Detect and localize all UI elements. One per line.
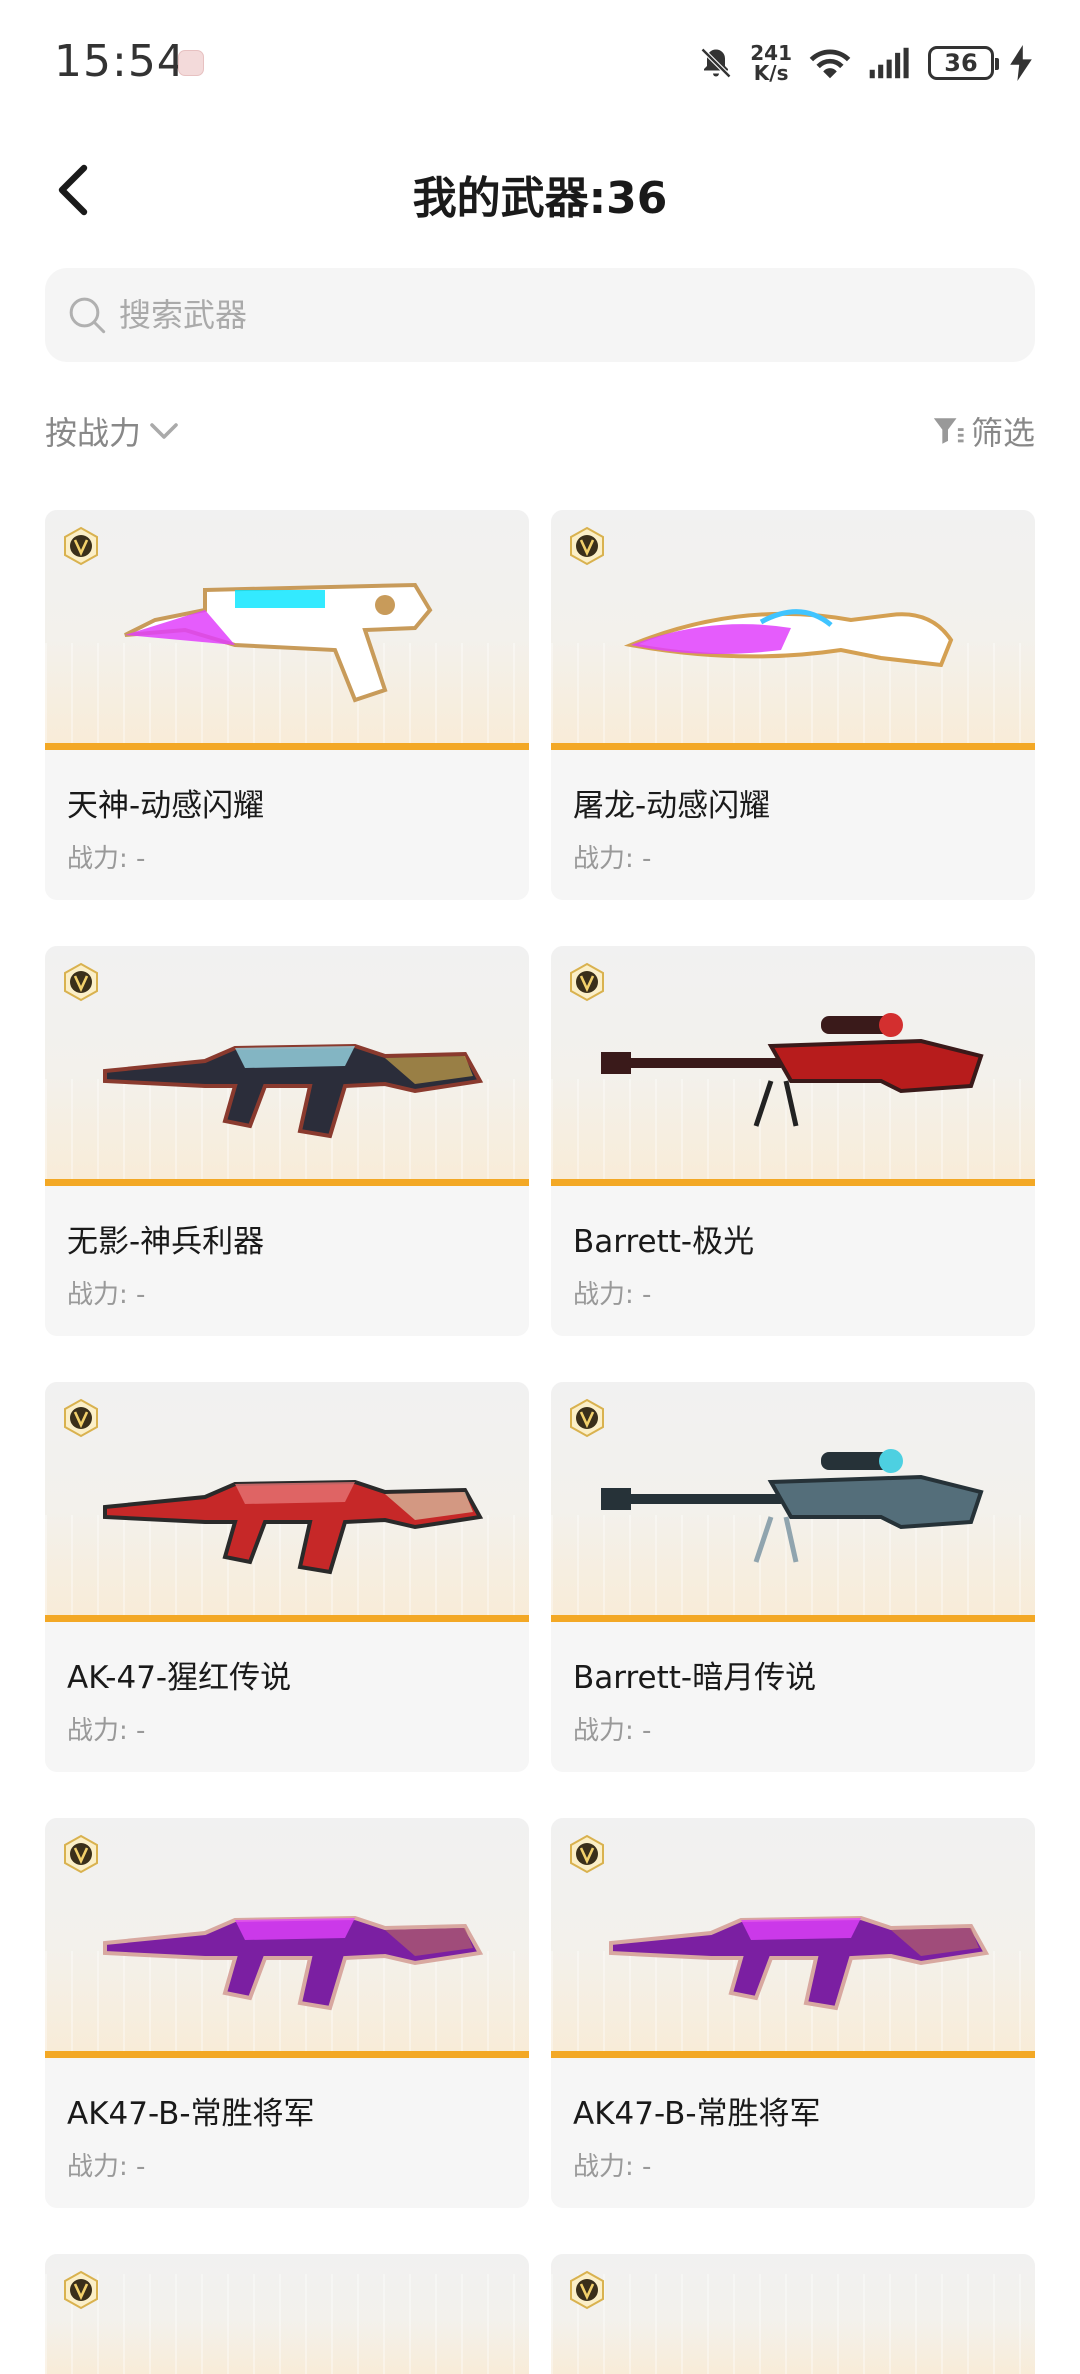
speed-value: 241 xyxy=(750,41,792,65)
weapon-image xyxy=(551,2254,1035,2374)
weapon-power: 战力: - xyxy=(67,2152,146,2182)
v-badge-icon xyxy=(64,1398,98,1438)
weapon-card-partial[interactable] xyxy=(45,2254,529,2374)
wifi-icon xyxy=(809,49,851,79)
page-title: 我的武器:36 xyxy=(412,173,668,224)
v-badge-icon xyxy=(64,526,98,566)
weapon-power: 战力: - xyxy=(67,1716,146,1746)
filter-label: 筛选 xyxy=(970,414,1035,452)
weapon-name: Barrett-暗月传说 xyxy=(573,1660,817,1696)
network-speed: 241 K/s xyxy=(750,43,792,83)
status-time: 15:54 xyxy=(54,36,186,87)
v-badge-icon xyxy=(64,2270,98,2310)
sort-filter-row: 按战力 筛选 xyxy=(45,404,1035,458)
header: 我的武器:36 xyxy=(0,140,1080,240)
weapon-card[interactable]: 天神-动感闪耀战力: - xyxy=(45,510,529,900)
speed-unit: K/s xyxy=(753,61,789,85)
weapon-power: 战力: - xyxy=(573,844,652,874)
sort-label: 按战力 xyxy=(45,414,142,452)
weapon-image xyxy=(551,946,1035,1186)
weapon-image xyxy=(45,2254,529,2374)
weapon-grid: 天神-动感闪耀 战力: - 屠龙-动感闪耀 战力: - 无影-神兵利器 战力: - Barr… xyxy=(45,510,1035,2374)
weapon-image xyxy=(45,1382,529,1622)
charging-icon xyxy=(1010,45,1032,81)
search-bar[interactable] xyxy=(45,268,1035,362)
weapon-name: 屠龙-动感闪耀 xyxy=(573,788,771,824)
weapon-image xyxy=(45,1818,529,2058)
weapon-card[interactable]: Barrett-暗月传说战力: - xyxy=(551,1382,1035,1772)
search-input[interactable] xyxy=(119,296,999,334)
weapon-card[interactable]: 无影-神兵利器战力: - xyxy=(45,946,529,1336)
v-badge-icon xyxy=(570,526,604,566)
chevron-down-icon xyxy=(150,423,178,439)
weapon-power: 战力: - xyxy=(67,1280,146,1310)
filter-icon xyxy=(933,418,964,444)
weapon-name: 天神-动感闪耀 xyxy=(67,788,265,824)
weapon-card[interactable]: AK-47-猩红传说战力: - xyxy=(45,1382,529,1772)
filter-button[interactable]: 筛选 xyxy=(931,404,1035,458)
weapon-name: 无影-神兵利器 xyxy=(67,1224,265,1260)
weapon-knife-illustration xyxy=(623,609,954,668)
v-badge-icon xyxy=(570,1398,604,1438)
weapon-rifle-illustration xyxy=(103,1915,484,2011)
weapon-image xyxy=(551,1382,1035,1622)
v-badge-icon xyxy=(570,962,604,1002)
weapon-image xyxy=(551,510,1035,750)
weapon-image xyxy=(45,510,529,750)
weapon-power: 战力: - xyxy=(67,844,146,874)
weapon-name: AK47-B-常胜将军 xyxy=(67,2096,315,2132)
app-notification-icon xyxy=(178,50,204,76)
weapon-card-partial[interactable] xyxy=(551,2254,1035,2374)
weapon-name: AK-47-猩红传说 xyxy=(67,1660,292,1696)
v-badge-icon xyxy=(64,962,98,1002)
sort-by-power-button[interactable]: 按战力 xyxy=(45,404,179,458)
weapon-rifle-illustration xyxy=(609,1915,990,2011)
weapon-power: 战力: - xyxy=(573,2152,652,2182)
weapon-rifle-illustration xyxy=(103,1479,484,1575)
weapon-card[interactable]: Barrett-极光战力: - xyxy=(551,946,1035,1336)
status-bar: 15:54 241 K/s 36 xyxy=(0,0,1080,120)
v-badge-icon xyxy=(64,1834,98,1874)
weapon-power: 战力: - xyxy=(573,1716,652,1746)
battery-level: 36 xyxy=(944,49,978,77)
weapon-power: 战力: - xyxy=(573,1280,652,1310)
weapon-image xyxy=(45,946,529,1186)
weapon-card[interactable]: AK47-B-常胜将军战力: - xyxy=(551,1818,1035,2208)
weapon-name: AK47-B-常胜将军 xyxy=(573,2096,821,2132)
weapon-card[interactable]: 屠龙-动感闪耀战力: - xyxy=(551,510,1035,900)
weapon-sniper-illustration xyxy=(601,1449,984,1563)
weapon-image xyxy=(551,1818,1035,2058)
v-badge-icon xyxy=(570,1834,604,1874)
weapon-name: Barrett-极光 xyxy=(573,1224,755,1260)
weapon-rifle-illustration xyxy=(103,1043,484,1139)
v-badge-icon xyxy=(570,2270,604,2310)
signal-icon xyxy=(869,47,909,79)
weapon-sniper-illustration xyxy=(601,1013,984,1127)
status-icons: 241 K/s 36 xyxy=(698,38,1032,88)
search-icon xyxy=(69,297,106,334)
mute-bell-icon xyxy=(701,47,732,79)
weapon-card[interactable]: AK47-B-常胜将军战力: - xyxy=(45,1818,529,2208)
weapon-pistol-illustration xyxy=(124,582,433,703)
battery-indicator: 36 xyxy=(928,46,999,80)
